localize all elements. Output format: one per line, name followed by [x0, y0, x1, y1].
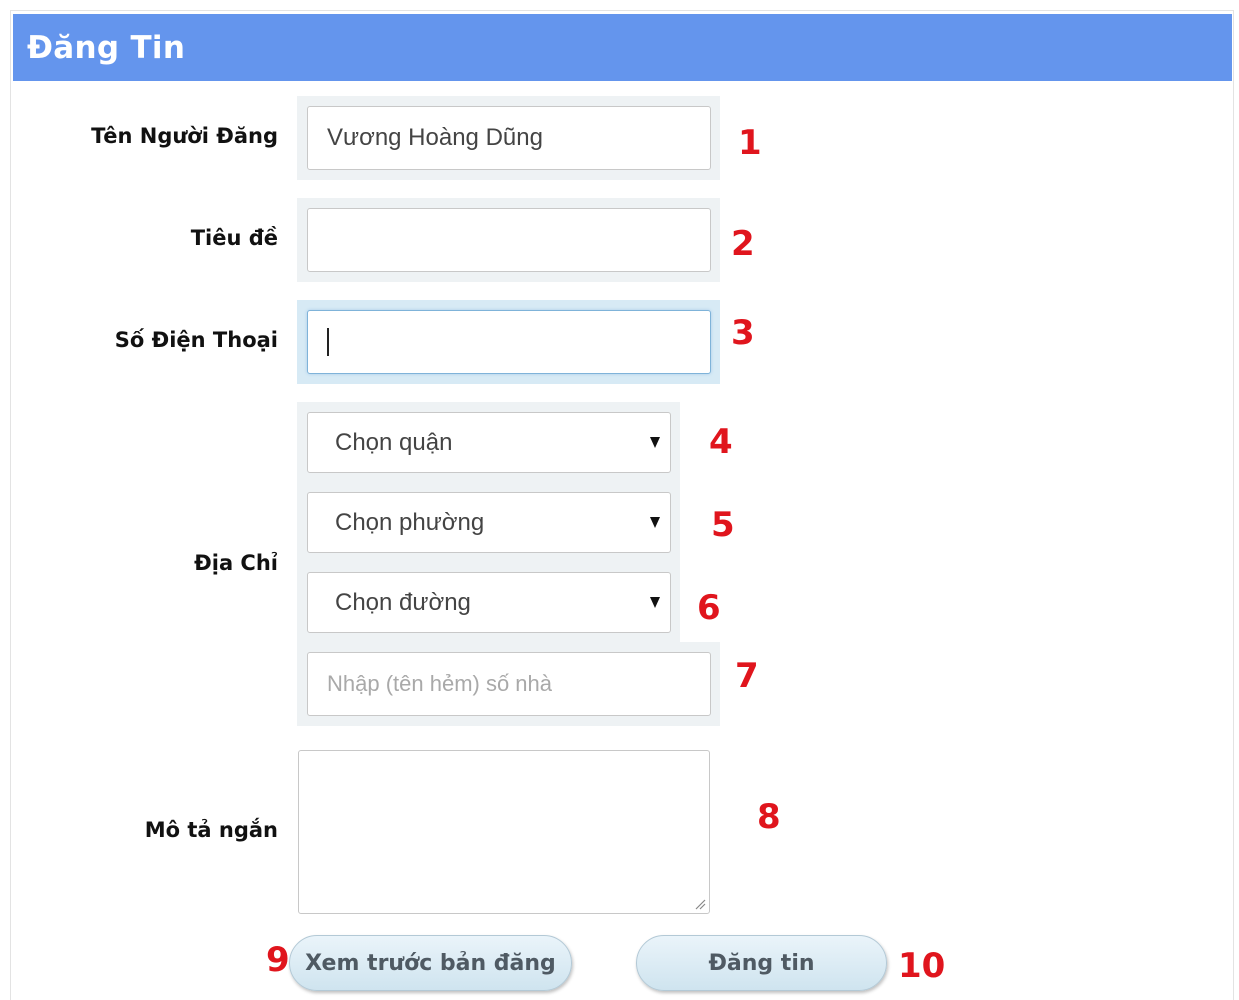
poster-name-value: Vương Hoàng Dũng	[327, 124, 543, 151]
house-number-input[interactable]: Nhập (tên hẻm) số nhà	[307, 652, 711, 716]
dropdown-arrow-icon	[650, 436, 660, 448]
district-select[interactable]: Chọn quận	[307, 412, 671, 473]
annotation-4: 4	[709, 422, 733, 462]
text-cursor	[327, 328, 329, 356]
street-select[interactable]: Chọn đường	[307, 572, 671, 633]
ward-select[interactable]: Chọn phường	[307, 492, 671, 553]
description-label: Mô tả ngắn	[144, 818, 278, 842]
ward-select-value: Chọn phường	[335, 508, 485, 536]
phone-input[interactable]	[307, 310, 711, 374]
page-title: Đăng Tin	[27, 30, 186, 66]
district-select-value: Chọn quận	[335, 428, 453, 456]
form-header: Đăng Tin	[13, 14, 1232, 81]
description-textarea[interactable]	[298, 750, 710, 914]
annotation-8: 8	[757, 797, 781, 837]
annotation-3: 3	[731, 313, 755, 353]
dropdown-arrow-icon	[650, 516, 660, 528]
submit-button[interactable]: Đăng tin	[636, 935, 887, 991]
dropdown-arrow-icon	[650, 596, 660, 608]
title-input[interactable]	[307, 208, 711, 272]
preview-button[interactable]: Xem trước bản đăng	[289, 935, 572, 991]
annotation-5: 5	[711, 505, 735, 545]
annotation-2: 2	[731, 224, 755, 264]
title-label: Tiêu đề	[190, 226, 278, 250]
resize-grip-icon[interactable]	[694, 898, 706, 910]
annotation-9: 9	[266, 940, 290, 980]
poster-name-input[interactable]: Vương Hoàng Dũng	[307, 106, 711, 170]
street-select-value: Chọn đường	[335, 588, 471, 616]
house-number-placeholder: Nhập (tên hẻm) số nhà	[327, 671, 553, 696]
phone-label: Số Điện Thoại	[114, 328, 278, 352]
poster-name-label: Tên Người Đăng	[91, 124, 278, 148]
annotation-1: 1	[738, 123, 762, 163]
annotation-7: 7	[735, 656, 759, 696]
address-label: Địa Chỉ	[194, 551, 278, 575]
annotation-6: 6	[697, 588, 721, 628]
annotation-10: 10	[898, 946, 946, 986]
